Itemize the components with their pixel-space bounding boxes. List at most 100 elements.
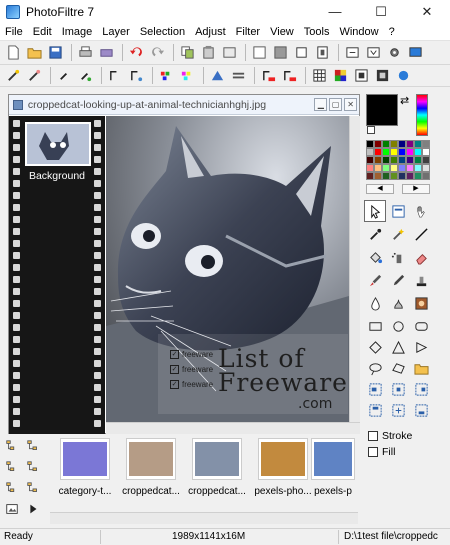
selection-align-left-icon[interactable] [364, 379, 386, 399]
stroke-option[interactable]: Stroke [368, 430, 412, 442]
menu-filter[interactable]: Filter [231, 23, 265, 41]
palette-swatch[interactable] [414, 156, 422, 164]
palette-swatch[interactable] [422, 164, 430, 172]
palette-swatch[interactable] [366, 156, 374, 164]
flip-icon[interactable] [364, 43, 383, 62]
file-thumbnail[interactable]: pexels-pho... [252, 438, 314, 508]
palette-swatch[interactable] [422, 172, 430, 180]
curves-icon[interactable] [127, 66, 146, 85]
palette-swatch[interactable] [382, 156, 390, 164]
eraser-tool-icon[interactable] [410, 246, 432, 268]
folder-shape-icon[interactable] [410, 358, 432, 378]
palette-swatch[interactable] [374, 148, 382, 156]
diamond-shape-icon[interactable] [364, 337, 386, 357]
dropper-icon[interactable] [55, 66, 74, 85]
palette-swatch[interactable] [390, 148, 398, 156]
folder-favorite-icon[interactable] [23, 478, 43, 498]
doc-maximize-button[interactable]: ▢ [329, 98, 343, 111]
paste-icon[interactable] [199, 43, 218, 62]
fill-checkbox[interactable] [368, 447, 378, 457]
arrow-shape-icon[interactable] [410, 337, 432, 357]
sharpen-icon[interactable] [208, 66, 227, 85]
foreground-color[interactable] [366, 94, 398, 126]
palette-swatch[interactable] [422, 148, 430, 156]
menu-layer[interactable]: Layer [97, 23, 135, 41]
palette-swatch[interactable] [374, 164, 382, 172]
background-color[interactable] [367, 126, 375, 134]
selection-align-center-icon[interactable] [387, 379, 409, 399]
scan-icon[interactable] [97, 43, 116, 62]
palette-swatch[interactable] [414, 148, 422, 156]
menu-selection[interactable]: Selection [135, 23, 190, 41]
palette-swatch[interactable] [422, 140, 430, 148]
image-size-icon[interactable] [250, 43, 269, 62]
stroke-checkbox[interactable] [368, 431, 378, 441]
image-canvas[interactable]: ✓ freeware ✓ freeware ✓ freeware List of Fr… [106, 116, 349, 422]
swap-colors-icon[interactable]: ⇄ [400, 94, 409, 107]
canvas-vertical-scrollbar[interactable] [349, 116, 360, 422]
smudge-tool-icon[interactable] [387, 292, 409, 314]
print-icon[interactable] [76, 43, 95, 62]
fill-bucket-tool-icon[interactable] [364, 246, 386, 268]
gear-icon[interactable] [385, 43, 404, 62]
hand-tool-icon[interactable] [410, 200, 432, 222]
selection-align-right-icon[interactable] [410, 379, 432, 399]
palette-swatch[interactable] [398, 172, 406, 180]
new-file-icon[interactable] [4, 43, 23, 62]
file-thumbnail[interactable]: category-t... [54, 438, 116, 508]
file-thumbnail[interactable]: croppedcat... [186, 438, 248, 508]
palette-swatch[interactable] [366, 164, 374, 172]
transform-icon[interactable] [343, 43, 362, 62]
undo-icon[interactable] [127, 43, 146, 62]
palette-swatch[interactable] [390, 156, 398, 164]
fill-option[interactable]: Fill [368, 446, 395, 458]
open-folder-icon[interactable] [25, 43, 44, 62]
grid-icon[interactable] [310, 66, 329, 85]
canvas-size-icon[interactable] [271, 43, 290, 62]
brush-tool-icon[interactable] [364, 269, 386, 291]
mosaic-icon[interactable] [331, 66, 350, 85]
crop-icon[interactable] [292, 43, 311, 62]
file-thumbnail[interactable]: croppedcat... [120, 438, 182, 508]
selection-tool-icon[interactable] [364, 200, 386, 222]
folder-up-icon[interactable] [23, 436, 43, 456]
doc-close-button[interactable]: ✕ [344, 98, 357, 111]
menu-image[interactable]: Image [57, 23, 98, 41]
paste-new-icon[interactable] [220, 43, 239, 62]
palette-swatch[interactable] [406, 172, 414, 180]
palette-swatch[interactable] [406, 156, 414, 164]
selection-middle-icon[interactable] [387, 400, 409, 420]
blur-icon[interactable] [229, 66, 248, 85]
magic-wand-tool-icon[interactable] [387, 223, 409, 245]
eyedropper-tool-icon[interactable] [364, 223, 386, 245]
canvas-horizontal-scrollbar[interactable] [106, 422, 360, 434]
auto-level-icon[interactable] [280, 66, 299, 85]
palette-swatch[interactable] [414, 172, 422, 180]
menu-view[interactable]: View [265, 23, 299, 41]
play-icon[interactable] [23, 499, 43, 519]
magic-wand-icon[interactable] [4, 66, 23, 85]
palette-swatch[interactable] [414, 140, 422, 148]
folder-new-icon[interactable] [2, 457, 22, 477]
palette-swatch[interactable] [382, 172, 390, 180]
palette-swatch[interactable] [366, 140, 374, 148]
menu-edit[interactable]: Edit [28, 23, 57, 41]
palette-swatch[interactable] [366, 148, 374, 156]
palette-swatch[interactable] [382, 148, 390, 156]
auto-contrast-icon[interactable] [259, 66, 278, 85]
doc-minimize-button[interactable]: ▁ [314, 98, 328, 111]
file-thumbnail[interactable]: pexels-p [310, 438, 356, 508]
palette-swatch[interactable] [374, 172, 382, 180]
selection-bottom-icon[interactable] [410, 400, 432, 420]
levels-icon[interactable] [106, 66, 125, 85]
color-spectrum[interactable] [416, 94, 428, 136]
palette-next-button[interactable]: ▶ [402, 184, 430, 194]
palette-swatch[interactable] [374, 156, 382, 164]
pattern-icon[interactable] [352, 66, 371, 85]
palette-swatch[interactable] [398, 140, 406, 148]
image-list-icon[interactable] [2, 499, 22, 519]
palette-swatch[interactable] [374, 140, 382, 148]
folder-open-icon[interactable] [2, 478, 22, 498]
frame-icon[interactable] [373, 66, 392, 85]
palette-swatch[interactable] [414, 164, 422, 172]
